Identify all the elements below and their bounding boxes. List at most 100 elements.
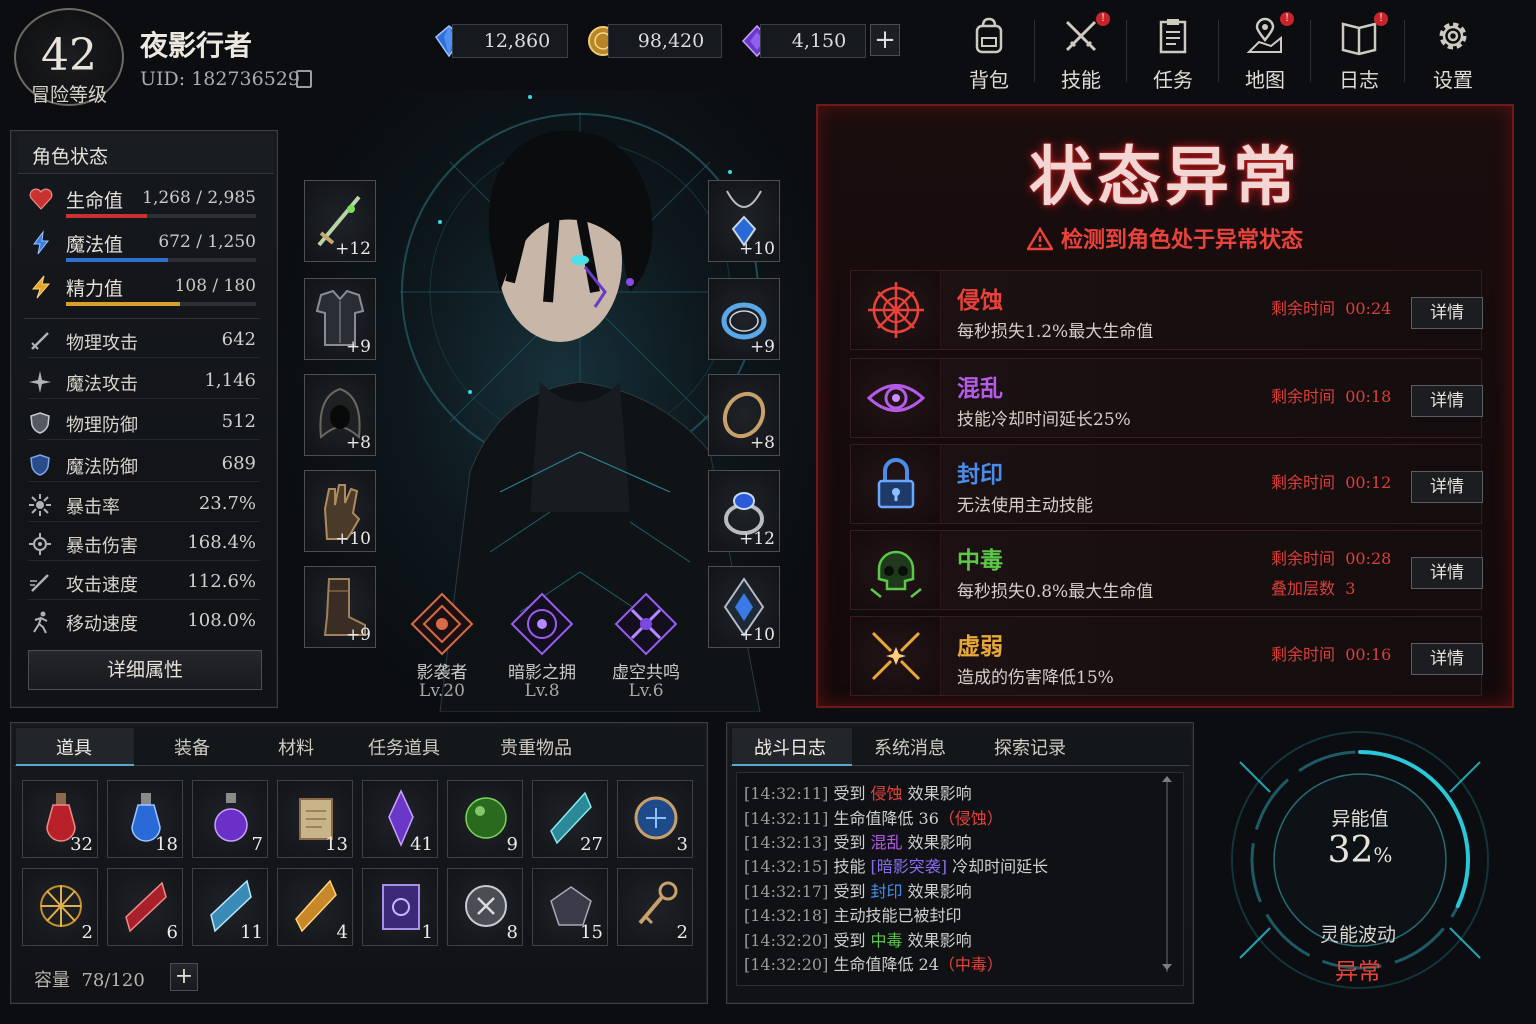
- shield-icon: [30, 412, 50, 434]
- expand-capacity-button[interactable]: +: [170, 963, 198, 991]
- nav-skills[interactable]: ! 技能: [1036, 12, 1126, 92]
- nav-map[interactable]: ! 地图: [1220, 12, 1310, 92]
- effect-name: 封印: [957, 461, 1003, 488]
- equip-slot-helmet[interactable]: +8: [304, 374, 376, 456]
- effect-detail-button[interactable]: 详情: [1411, 471, 1483, 503]
- equip-slot-ring2[interactable]: +12: [708, 470, 780, 552]
- timer-label: 剩余时间: [1271, 473, 1336, 492]
- scroll-down-icon[interactable]: [1162, 964, 1172, 970]
- abnormal-title: 状态异常: [1029, 140, 1301, 215]
- player-name: 夜影行者: [140, 29, 253, 62]
- currency-gem-value: 4,150: [791, 30, 847, 52]
- nav-settings[interactable]: 设置: [1408, 12, 1498, 92]
- player-uid: UID: 182736529: [140, 68, 300, 90]
- item-count: 4: [336, 922, 348, 943]
- log-text: 受到: [833, 931, 866, 950]
- effect-detail-button[interactable]: 详情: [1411, 385, 1483, 417]
- equip-slot-charm[interactable]: +10: [708, 566, 780, 648]
- copy-icon[interactable]: [296, 70, 312, 88]
- tab-battle-log[interactable]: 战斗日志: [754, 734, 826, 760]
- inventory-item[interactable]: 18: [107, 780, 183, 858]
- psionic-unit: %: [1373, 843, 1393, 867]
- equip-slot-boots[interactable]: +9: [304, 566, 376, 648]
- warning-triangle-icon: [1025, 226, 1055, 251]
- stamina-fill: [66, 302, 180, 306]
- stat-value: 112.6%: [187, 571, 256, 592]
- stat-label: 物理攻击: [66, 333, 138, 354]
- stat-row: 魔法攻击 1,146: [28, 363, 260, 399]
- inventory-item[interactable]: 3: [617, 780, 693, 858]
- nav-label: 设置: [1433, 68, 1473, 92]
- effect-icon-box: [851, 445, 941, 523]
- nav-divider: [1126, 20, 1127, 82]
- inventory-item[interactable]: 8: [447, 868, 523, 946]
- log-time: [14:32:13]: [744, 833, 829, 852]
- stamina-bar: 精力值 108 / 180: [66, 276, 256, 306]
- inventory-item[interactable]: 27: [532, 780, 608, 858]
- timer-label: 剩余时间: [1271, 299, 1336, 318]
- inventory-item[interactable]: 2: [22, 868, 98, 946]
- inventory-item[interactable]: 41: [362, 780, 438, 858]
- log-scrollbar[interactable]: [1166, 782, 1168, 972]
- scroll-up-icon[interactable]: [1162, 776, 1172, 782]
- skill-emblem-icon: [410, 592, 474, 656]
- nav-backpack[interactable]: 背包: [944, 12, 1034, 92]
- inventory-item[interactable]: 11: [192, 868, 268, 946]
- notification-badge: !: [1096, 12, 1110, 26]
- equip-slot-ring1[interactable]: +9: [708, 278, 780, 360]
- tab-items[interactable]: 道具: [56, 734, 92, 760]
- equip-slot-bracelet[interactable]: +8: [708, 374, 780, 456]
- skill-level: Lv.8: [524, 681, 560, 701]
- inventory-item[interactable]: 4: [277, 868, 353, 946]
- inventory-item[interactable]: 6: [107, 868, 183, 946]
- inventory-item[interactable]: 13: [277, 780, 353, 858]
- equip-slot-necklace[interactable]: +10: [708, 180, 780, 262]
- inventory-item[interactable]: 2: [617, 868, 693, 946]
- effect-icon-box: [851, 359, 941, 437]
- tab-valuables[interactable]: 贵重物品: [500, 734, 572, 760]
- inventory-item[interactable]: 1: [362, 868, 438, 946]
- stat-value: 1,146: [204, 370, 256, 391]
- currency-crystal: 12,860: [452, 24, 568, 58]
- capacity-display: 容量 78/120: [34, 966, 145, 992]
- log-tag: [暗影突袭]: [870, 857, 948, 876]
- add-currency-button[interactable]: +: [870, 24, 900, 56]
- log-time: [14:32:11]: [744, 809, 829, 828]
- log-line: [14:32:17] 受到 封印 效果影响: [744, 878, 972, 902]
- equip-slot-armor[interactable]: +9: [304, 278, 376, 360]
- equip-slot-gloves[interactable]: +10: [304, 470, 376, 552]
- clipboard-icon: [1159, 19, 1187, 54]
- inventory-item[interactable]: 32: [22, 780, 98, 858]
- nav-journal[interactable]: ! 日志: [1314, 12, 1404, 92]
- inventory-item[interactable]: 7: [192, 780, 268, 858]
- timer-label: 剩余时间: [1271, 387, 1336, 406]
- tab-exploration-log[interactable]: 探索记录: [994, 734, 1066, 760]
- effect-detail-button[interactable]: 详情: [1411, 643, 1483, 675]
- item-count: 2: [81, 922, 93, 943]
- inventory-item[interactable]: 15: [532, 868, 608, 946]
- inventory-item[interactable]: 9: [447, 780, 523, 858]
- detail-attributes-button[interactable]: 详细属性: [28, 650, 262, 690]
- tab-equipment[interactable]: 装备: [174, 734, 210, 760]
- enhance-level: +10: [739, 625, 775, 645]
- stamina-value: 108 / 180: [174, 276, 256, 296]
- equip-slot-weapon[interactable]: +12: [304, 180, 376, 262]
- effect-icon-box: [851, 617, 941, 695]
- stat-label: 移动速度: [66, 614, 138, 635]
- stat-value: 168.4%: [187, 532, 256, 553]
- effect-timer: 剩余时间 00:16: [1271, 641, 1391, 665]
- nav-divider: [1034, 20, 1035, 82]
- nav-quests[interactable]: 任务: [1128, 12, 1218, 92]
- capacity-label: 容量: [34, 970, 70, 991]
- log-tag: （中毒）: [938, 955, 1003, 974]
- effect-detail-button[interactable]: 详情: [1411, 557, 1483, 589]
- enhance-level: +12: [335, 239, 371, 259]
- tab-quest-items[interactable]: 任务道具: [368, 734, 440, 760]
- effect-detail-button[interactable]: 详情: [1411, 297, 1483, 329]
- stat-row: 魔法防御 689: [28, 446, 260, 482]
- tab-system-messages[interactable]: 系统消息: [874, 734, 946, 760]
- skill-level: Lv.20: [419, 681, 465, 701]
- level-label: 冒险等级: [30, 84, 107, 106]
- tab-materials[interactable]: 材料: [278, 734, 314, 760]
- skill-level: Lv.6: [628, 681, 664, 701]
